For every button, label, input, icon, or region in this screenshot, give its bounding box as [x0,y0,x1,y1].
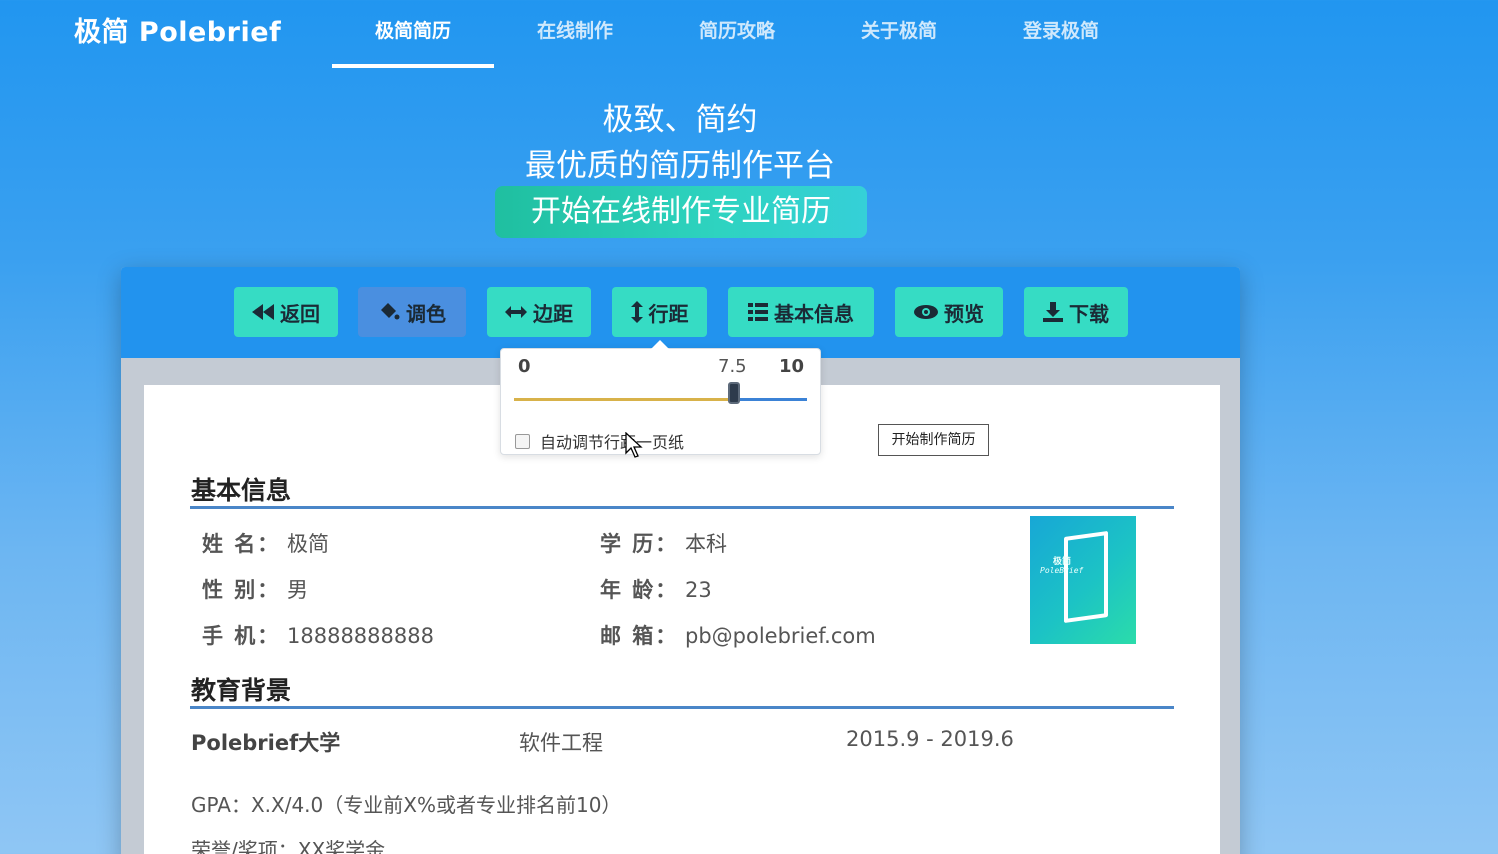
start-resume-tooltip: 开始制作简历 [878,424,989,456]
field-phone[interactable]: 手 机： 18888888888 [202,620,434,650]
line-spacing-button-label: 行距 [648,301,689,326]
eye-icon [914,305,938,319]
basic-info-divider [190,506,1174,509]
edu-major[interactable]: 软件工程 [519,727,603,757]
vertical-arrows-icon [630,301,643,323]
back-button[interactable]: 返回 [234,287,338,337]
edu-honors[interactable]: 荣誉/奖项：XX奖学金 [191,834,385,854]
basic-info-section-title: 基本信息 [191,476,292,505]
slider-min-label: 0 [518,356,531,377]
field-name-value: 极简 [287,532,329,556]
nav-item-about[interactable]: 关于极简 [818,0,980,68]
top-navbar: 极简 Polebrief 极简简历 在线制作 简历攻略 关于极简 登录极简 [0,0,1498,68]
photo-brand-en: PoleBrief [1040,566,1084,575]
edu-school[interactable]: Polebrief大学 [191,727,340,757]
list-icon [748,303,768,321]
field-phone-label: 手 机： [202,624,281,648]
paint-bucket-icon [378,302,400,322]
field-gender-label: 性 别： [202,578,281,602]
field-gender[interactable]: 性 别： 男 [202,574,308,604]
auto-line-spacing-option[interactable]: 自动调节行距一页纸 [515,429,684,453]
site-logo[interactable]: 极简 Polebrief [74,10,281,49]
mouse-cursor-icon [625,431,643,462]
slider-current-value: 7.5 [718,356,747,377]
line-spacing-button[interactable]: 行距 [612,287,707,337]
profile-photo[interactable]: 极简 PoleBrief [1030,516,1136,644]
slider-max-label: 10 [779,356,805,377]
preview-button-label: 预览 [944,301,984,326]
line-spacing-slider[interactable] [514,398,807,401]
edu-period[interactable]: 2015.9 - 2019.6 [846,727,1014,751]
margin-button[interactable]: 边距 [487,287,591,337]
resume-paper: 基本信息 姓 名： 极简 性 别： 男 手 机： 18888888888 学 历… [144,385,1220,854]
basic-info-button[interactable]: 基本信息 [728,287,874,337]
nav-item-guide[interactable]: 简历攻略 [656,0,818,68]
line-spacing-popover: 0 7.5 10 自动调节行距一页纸 [500,340,821,455]
field-degree-value: 本科 [685,532,727,556]
horizontal-arrows-icon [505,306,527,318]
nav-item-home[interactable]: 极简简历 [332,0,494,68]
nav-item-login[interactable]: 登录极简 [980,0,1142,68]
field-email-label: 邮 箱： [600,624,679,648]
field-age[interactable]: 年 龄： 23 [600,574,712,604]
download-button-label: 下载 [1069,301,1109,326]
main-nav: 极简简历 在线制作 简历攻略 关于极简 登录极简 [332,0,1142,68]
education-section-title: 教育背景 [191,676,292,705]
preview-button[interactable]: 预览 [895,287,1003,337]
education-divider [190,706,1174,709]
margin-button-label: 边距 [533,301,573,326]
slider-handle[interactable] [727,382,740,404]
back-button-label: 返回 [280,301,320,326]
hero-subtitle: 最优质的简历制作平台 [525,148,835,184]
fast-backward-icon [252,304,274,320]
field-name[interactable]: 姓 名： 极简 [202,528,329,558]
download-icon [1043,302,1063,322]
auto-line-spacing-checkbox[interactable] [515,433,530,449]
field-name-label: 姓 名： [202,532,281,556]
nav-item-online-make[interactable]: 在线制作 [494,0,656,68]
field-email-value: pb@polebrief.com [685,624,876,648]
color-button-label: 调色 [406,301,446,326]
start-resume-button[interactable]: 开始在线制作专业简历 [495,186,867,238]
field-gender-value: 男 [287,578,308,602]
field-email[interactable]: 邮 箱： pb@polebrief.com [600,620,876,650]
field-degree-label: 学 历： [600,532,679,556]
popover-arrow [651,340,669,349]
color-button[interactable]: 调色 [358,287,466,337]
download-button[interactable]: 下载 [1024,287,1128,337]
field-age-value: 23 [685,578,712,602]
basic-info-button-label: 基本信息 [774,301,854,326]
field-age-label: 年 龄： [600,578,679,602]
auto-line-spacing-label: 自动调节行距一页纸 [540,433,685,452]
slider-fill [514,398,734,401]
field-degree[interactable]: 学 历： 本科 [600,528,727,558]
editor-toolbar: 返回 调色 边距 行距 基本信息 预览 下载 [121,267,1240,358]
edu-gpa[interactable]: GPA：X.X/4.0（专业前X%或者专业排名前10） [191,789,621,818]
door-logo-icon [1064,530,1108,624]
hero-slogan: 极致、简约 [602,102,758,138]
field-phone-value: 18888888888 [287,624,434,648]
